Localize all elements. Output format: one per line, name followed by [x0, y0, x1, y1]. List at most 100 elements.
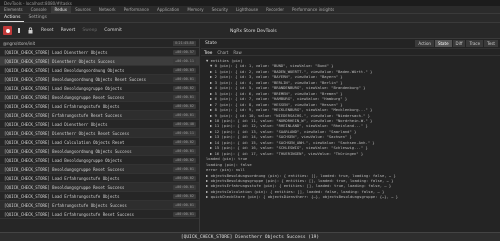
- tab-state[interactable]: State: [434, 40, 452, 47]
- action-time: +00:00.01: [173, 202, 196, 208]
- action-label: [QUICK_CHECK_STORE] Besoldungsgruppe Res…: [4, 184, 125, 190]
- action-row[interactable]: [QUICK_CHECK_STORE] Load Dienstherr Obje…: [0, 120, 199, 129]
- action-label: [QUICK_CHECK_STORE] Erfahrungsstufe Obje…: [4, 202, 127, 208]
- action-row[interactable]: [QUICK_CHECK_STORE] Load Dienstherr Obje…: [0, 48, 199, 57]
- action-label: [QUICK_CHECK_STORE] Load Erfahrungsstufe…: [4, 193, 120, 199]
- action-row[interactable]: [QUICK_CHECK_STORE] Load Erfahrungsstufe…: [0, 102, 199, 111]
- action-label: [QUICK_CHECK_STORE] Load Besoldungsgrupp…: [4, 157, 123, 163]
- action-time: +00:00.01: [173, 112, 196, 118]
- tab-settings[interactable]: Settings: [24, 14, 50, 22]
- subtabs: Actions Settings: [0, 14, 500, 23]
- action-row[interactable]: [QUICK_CHECK_STORE] Load Besoldungsgrupp…: [0, 156, 199, 165]
- tab-test[interactable]: Test: [484, 40, 498, 47]
- action-row[interactable]: [QUICK_CHECK_STORE] Load Erfahrungsstufe…: [0, 174, 199, 183]
- inspector-panel: State Action State Diff Trace Test Tree Char…: [201, 39, 500, 241]
- devtools-tab-network[interactable]: Network: [95, 6, 120, 14]
- devtools-tab-performance-insights[interactable]: Performance insights: [288, 6, 338, 14]
- devtools-title: NgRx Store DevTools: [230, 29, 277, 34]
- devtools-tab-console[interactable]: Console: [27, 6, 51, 14]
- action-time: +00:00.01: [173, 76, 196, 82]
- action-row[interactable]: [QUICK_CHECK_STORE] Dienstherr Objects R…: [0, 129, 199, 138]
- inspector-header: State Action State Diff Trace Test: [201, 39, 500, 49]
- tab-chart[interactable]: Chart: [217, 50, 228, 55]
- lock-icon: [28, 27, 33, 34]
- view-tabs: Tree Chart Raw: [201, 49, 500, 56]
- action-time: +00:00.02: [173, 139, 196, 145]
- state-tree: ▼ entities (pin) ▼ 0 (pin): { id: 1, valu…: [201, 56, 500, 200]
- action-row[interactable]: [QUICK_CHECK_STORE] Load Besoldungsordnu…: [0, 66, 199, 75]
- devtools-tab-recorder[interactable]: Recorder: [262, 6, 288, 14]
- action-row[interactable]: [QUICK_CHECK_STORE] Load Calculation Obj…: [0, 138, 199, 147]
- action-time: +00:00.01: [173, 94, 196, 100]
- action-time: +00:00.02: [173, 175, 196, 181]
- commit-button[interactable]: Commit: [102, 26, 124, 35]
- action-time: +00:00.02: [173, 103, 196, 109]
- devtools-tab-lighthouse[interactable]: Lighthouse: [232, 6, 262, 14]
- action-label: [QUICK_CHECK_STORE] Besoldungsgruppe Res…: [4, 166, 125, 172]
- devtools-tabbar: Elements Console Redux Sources Network Perfor…: [0, 5, 500, 14]
- action-row[interactable]: [QUICK_CHECK_STORE] Erfahrungsstufe Obje…: [0, 201, 199, 210]
- status-bar: [QUICK_CHECK_STORE] Dienstherr Objects S…: [0, 232, 500, 241]
- devtools-tab-memory[interactable]: Memory: [183, 6, 207, 14]
- tab-raw[interactable]: Raw: [233, 50, 241, 55]
- pause-icon: [18, 28, 20, 33]
- action-time: +00:00.03: [173, 67, 196, 73]
- action-time: +00:00.01: [173, 166, 196, 172]
- devtools-tab-sources[interactable]: Sources: [71, 6, 95, 14]
- action-row[interactable]: [QUICK_CHECK_STORE] Load Erfahrungsstufe…: [0, 192, 199, 201]
- action-time: +00:00.02: [173, 85, 196, 91]
- devtools-tab-redux[interactable]: Redux: [50, 5, 72, 14]
- toolbar: Reset Revert Sweep Commit NgRx Store Dev…: [0, 23, 500, 39]
- action-row[interactable]: [QUICK_CHECK_STORE] Load Erfahrungsstufe…: [0, 210, 199, 219]
- action-list-panel: @ngrx/store/init 0:21:45.80 [QUICK_CHECK…: [0, 39, 200, 241]
- pause-button[interactable]: [15, 27, 22, 34]
- tab-diff[interactable]: Diff: [452, 40, 466, 47]
- tab-tree[interactable]: Tree: [204, 50, 212, 55]
- action-time: +00:00.11: [173, 58, 196, 64]
- action-row[interactable]: [QUICK_CHECK_STORE] Erfahrungsstufe Rese…: [0, 111, 199, 120]
- record-button[interactable]: [3, 26, 12, 35]
- action-time: +00:00.40: [173, 121, 196, 127]
- reset-button[interactable]: Reset: [39, 26, 56, 35]
- action-row[interactable]: [QUICK_CHECK_STORE] Besoldungsgruppe Res…: [0, 165, 199, 174]
- init-action-time: 0:21:45.80: [172, 40, 196, 46]
- action-row[interactable]: [QUICK_CHECK_STORE] Besoldungsgruppe Res…: [0, 183, 199, 192]
- action-label: [QUICK_CHECK_STORE] Dienstherr Objects S…: [4, 58, 115, 64]
- tab-trace[interactable]: Trace: [466, 40, 484, 47]
- action-label: [QUICK_CHECK_STORE] Besoldungsordnung Ob…: [4, 148, 132, 154]
- action-time: +00:00.01: [173, 148, 196, 154]
- action-label: [QUICK_CHECK_STORE] Load Erfahrungsstufe…: [4, 175, 120, 181]
- record-icon: [5, 28, 10, 33]
- devtools-tab-elements[interactable]: Elements: [0, 6, 27, 14]
- devtools-tab-application[interactable]: Application: [153, 6, 183, 14]
- action-row[interactable]: [QUICK_CHECK_STORE] Load Besoldungsgrupp…: [0, 84, 199, 93]
- action-row[interactable]: [QUICK_CHECK_STORE] Besoldungsgruppe Res…: [0, 93, 199, 102]
- action-label: [QUICK_CHECK_STORE] Load Calculation Obj…: [4, 139, 125, 145]
- action-label: [QUICK_CHECK_STORE] Load Dienstherr Obje…: [4, 49, 108, 55]
- action-time: +00:00.02: [173, 157, 196, 163]
- action-label: [QUICK_CHECK_STORE] Dienstherr Objects R…: [4, 130, 130, 136]
- selected-action-status: [QUICK_CHECK_STORE] Dienstherr Objects S…: [180, 234, 320, 240]
- action-row[interactable]: [QUICK_CHECK_STORE] Besoldungsordnung Ob…: [0, 147, 199, 156]
- devtools-tab-performance[interactable]: Performance: [120, 6, 153, 14]
- lock-button[interactable]: [25, 26, 36, 35]
- tab-action[interactable]: Action: [415, 40, 434, 47]
- action-row[interactable]: [QUICK_CHECK_STORE] Besoldungsordnung Ob…: [0, 75, 199, 84]
- devtools-tab-security[interactable]: Security: [208, 6, 232, 14]
- action-list: [QUICK_CHECK_STORE] Load Dienstherr Obje…: [0, 48, 199, 219]
- action-row[interactable]: [QUICK_CHECK_STORE] Dienstherr Objects S…: [0, 57, 199, 66]
- state-tree-row[interactable]: ▶ quickCheckStore (pin): { objectsDienst…: [206, 194, 500, 199]
- action-label: [QUICK_CHECK_STORE] Besoldungsordnung Ob…: [4, 76, 147, 82]
- action-time: +00:00.11: [173, 130, 196, 136]
- revert-button[interactable]: Revert: [59, 26, 78, 35]
- tab-actions[interactable]: Actions: [0, 14, 25, 22]
- inspector-tabs: Action State Diff Trace Test: [414, 40, 498, 47]
- action-time: +00:00.01: [173, 211, 196, 217]
- sweep-button[interactable]: Sweep: [80, 26, 99, 35]
- action-label: [QUICK_CHECK_STORE] Load Erfahrungsstufe…: [4, 103, 120, 109]
- action-time: +00:00.02: [173, 193, 196, 199]
- action-label: [QUICK_CHECK_STORE] Load Besoldungsgrupp…: [4, 85, 123, 91]
- init-action-label: @ngrx/store/init: [3, 40, 36, 46]
- action-filter-row[interactable]: @ngrx/store/init 0:21:45.80: [0, 39, 199, 48]
- action-time: +00:00.01: [173, 184, 196, 190]
